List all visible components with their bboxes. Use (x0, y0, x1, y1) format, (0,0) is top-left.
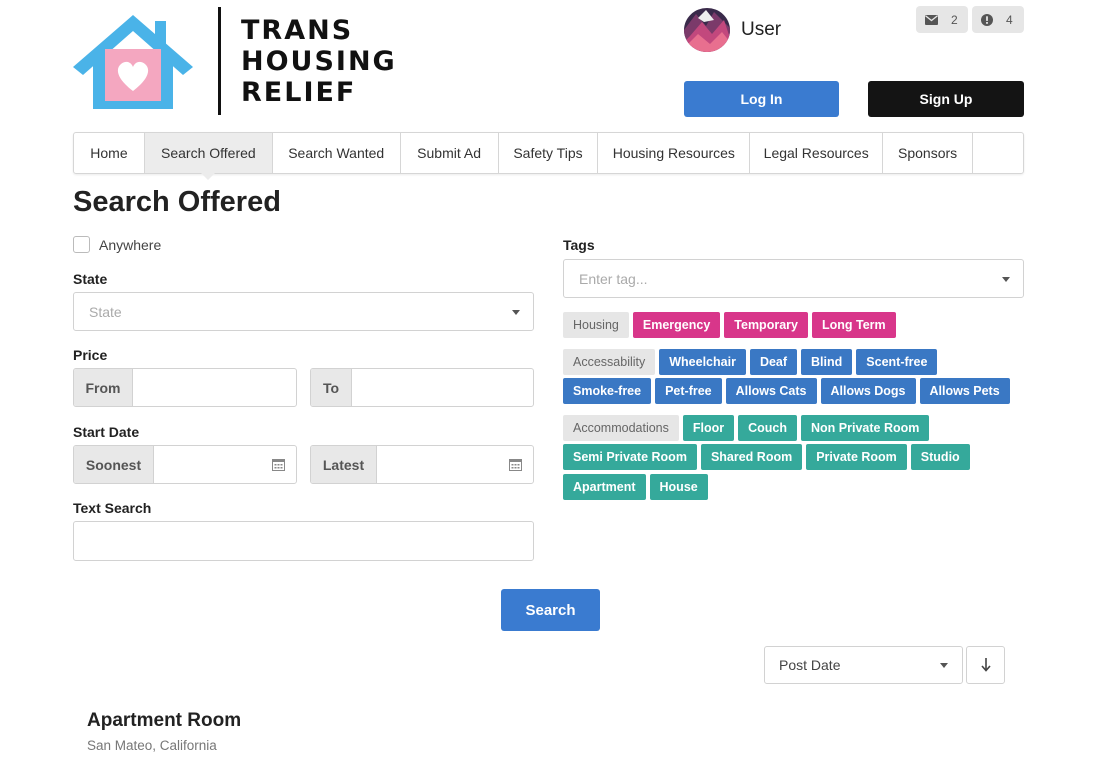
login-button[interactable]: Log In (684, 81, 839, 117)
accommodations-tag-row-1: Accommodations Floor Couch Non Private R… (563, 415, 930, 441)
caret-down-icon (940, 663, 948, 668)
tag-couch[interactable]: Couch (738, 415, 798, 441)
tag-allows-pets[interactable]: Allows Pets (919, 378, 1010, 404)
messages-count: 2 (951, 12, 958, 27)
house-heart-icon (73, 15, 193, 109)
price-from-field[interactable]: From (73, 368, 297, 407)
main-nav: Home Search Offered Search Wanted Submit… (73, 132, 1024, 180)
logo-text: TRANS HOUSING RELIEF (241, 15, 397, 108)
state-select[interactable]: State (73, 292, 534, 331)
latest-date-field[interactable]: Latest (310, 445, 534, 484)
accessability-tag-row-2: Smoke-free Pet-free Allows Cats Allows D… (563, 378, 1010, 404)
listing-title[interactable]: Apartment Room (87, 710, 241, 732)
price-to-input[interactable] (352, 369, 533, 406)
price-to-addon: To (311, 369, 352, 406)
avatar (684, 8, 730, 52)
tag-placeholder: Enter tag... (579, 270, 648, 287)
calendar-icon[interactable] (272, 458, 285, 471)
price-from-addon: From (74, 369, 133, 406)
tag-allows-dogs[interactable]: Allows Dogs (820, 378, 916, 404)
housing-category: Housing (563, 312, 629, 338)
tag-scent-free[interactable]: Scent-free (856, 349, 938, 375)
alerts-badge[interactable]: 4 (972, 6, 1024, 33)
user-name: User (741, 19, 782, 40)
tag-temporary[interactable]: Temporary (724, 312, 808, 338)
nav-item-home[interactable]: Home (74, 133, 145, 173)
envelope-icon (925, 14, 938, 25)
user-menu[interactable]: User (684, 8, 781, 52)
nav-item-legal-resources[interactable]: Legal Resources (750, 133, 884, 173)
listing-location: San Mateo, California (87, 738, 217, 753)
logo-line-2: HOUSING (241, 46, 397, 77)
nav-item-sponsors[interactable]: Sponsors (883, 133, 974, 173)
state-placeholder: State (89, 303, 122, 320)
tag-wheelchair[interactable]: Wheelchair (659, 349, 746, 375)
accessability-tag-row-1: Accessability Wheelchair Deaf Blind Scen… (563, 349, 938, 375)
sort-selected: Post Date (779, 657, 841, 673)
logo-line-3: RELIEF (241, 77, 357, 108)
soonest-date-field[interactable]: Soonest (73, 445, 297, 484)
latest-addon: Latest (311, 446, 377, 483)
tag-blind[interactable]: Blind (801, 349, 853, 375)
page-title: Search Offered (73, 186, 281, 218)
tag-smoke-free[interactable]: Smoke-free (563, 378, 652, 404)
start-date-label: Start Date (73, 424, 140, 440)
search-button[interactable]: Search (501, 589, 600, 631)
arrow-down-icon (980, 658, 991, 672)
anywhere-label: Anywhere (99, 236, 162, 253)
anywhere-checkbox[interactable] (73, 236, 90, 253)
tag-input[interactable]: Enter tag... (563, 259, 1024, 298)
tag-deaf[interactable]: Deaf (749, 349, 798, 375)
tag-floor[interactable]: Floor (682, 415, 735, 441)
text-search-label: Text Search (73, 500, 152, 516)
tag-emergency[interactable]: Emergency (632, 312, 721, 338)
site-logo[interactable]: TRANS HOUSING RELIEF (73, 7, 395, 117)
logo-divider (218, 7, 221, 115)
anywhere-checkbox-row[interactable]: Anywhere (73, 236, 161, 253)
nav-item-submit-ad[interactable]: Submit Ad (401, 133, 499, 173)
alerts-count: 4 (1006, 12, 1013, 27)
housing-tag-row: Housing Emergency Temporary Long Term (563, 312, 896, 338)
info-circle-icon (981, 13, 993, 26)
signup-button[interactable]: Sign Up (868, 81, 1024, 117)
tag-long-term[interactable]: Long Term (811, 312, 896, 338)
tag-semi-private-room[interactable]: Semi Private Room (563, 444, 697, 470)
nav-item-safety-tips[interactable]: Safety Tips (499, 133, 599, 173)
accommodations-tag-row-3: Apartment House (563, 474, 708, 500)
nav-item-empty[interactable] (973, 133, 1023, 173)
tag-pet-free[interactable]: Pet-free (655, 378, 722, 404)
state-label: State (73, 271, 108, 287)
nav-item-housing-resources[interactable]: Housing Resources (598, 133, 751, 173)
calendar-icon[interactable] (509, 458, 522, 471)
sort-direction-button[interactable] (966, 646, 1005, 684)
tag-studio[interactable]: Studio (910, 444, 970, 470)
accommodations-tag-row-2: Semi Private Room Shared Room Private Ro… (563, 444, 970, 470)
tag-shared-room[interactable]: Shared Room (700, 444, 803, 470)
price-from-input[interactable] (133, 369, 296, 406)
caret-down-icon (1002, 277, 1010, 282)
nav-item-search-wanted[interactable]: Search Wanted (273, 133, 401, 173)
latest-input[interactable] (377, 446, 533, 483)
price-to-field[interactable]: To (310, 368, 534, 407)
messages-badge[interactable]: 2 (916, 6, 968, 33)
nav-item-search-offered[interactable]: Search Offered (144, 133, 273, 180)
sort-select[interactable]: Post Date (764, 646, 963, 684)
soonest-addon: Soonest (74, 446, 154, 483)
tags-label: Tags (563, 237, 595, 253)
text-search-input[interactable] (73, 521, 534, 561)
notification-badges: 2 4 (916, 6, 1024, 33)
tag-apartment[interactable]: Apartment (563, 474, 646, 500)
caret-down-icon (512, 310, 520, 315)
tag-private-room[interactable]: Private Room (806, 444, 907, 470)
accessability-category: Accessability (563, 349, 656, 375)
tag-non-private-room[interactable]: Non Private Room (801, 415, 930, 441)
logo-line-1: TRANS (241, 15, 354, 46)
accommodations-category: Accommodations (563, 415, 679, 441)
tag-house[interactable]: House (649, 474, 708, 500)
soonest-input[interactable] (154, 446, 296, 483)
price-label: Price (73, 347, 108, 363)
tag-allows-cats[interactable]: Allows Cats (725, 378, 817, 404)
